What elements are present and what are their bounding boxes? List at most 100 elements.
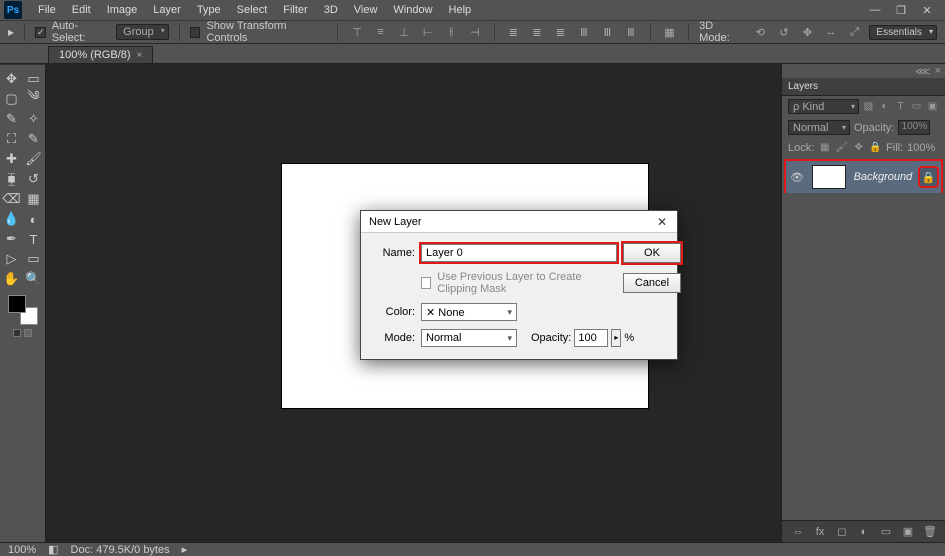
menu-view[interactable]: View bbox=[346, 0, 386, 20]
status-preview-icon[interactable]: ◧ bbox=[48, 543, 58, 556]
new-group-icon[interactable]: ▭ bbox=[879, 525, 893, 539]
marquee-tool[interactable]: ▢ bbox=[2, 89, 22, 109]
distribute-top-icon[interactable]: ≣ bbox=[505, 23, 523, 41]
fill-value[interactable]: 100% bbox=[907, 142, 939, 154]
foreground-color-swatch[interactable] bbox=[8, 295, 26, 313]
shape-tool[interactable]: ▭ bbox=[24, 249, 44, 269]
panel-blend-mode-select[interactable]: Normal bbox=[788, 120, 850, 135]
menu-window[interactable]: Window bbox=[385, 0, 440, 20]
color-swatches[interactable] bbox=[8, 295, 38, 325]
stamp-tool[interactable]: ⧯ bbox=[2, 169, 22, 189]
menu-filter[interactable]: Filter bbox=[275, 0, 315, 20]
gradient-tool[interactable]: ▦ bbox=[24, 189, 44, 209]
filter-smart-icon[interactable]: ▣ bbox=[926, 100, 939, 113]
3d-roll-icon[interactable]: ↺ bbox=[775, 23, 793, 41]
menu-image[interactable]: Image bbox=[99, 0, 146, 20]
blend-mode-select[interactable]: Normal bbox=[421, 329, 517, 347]
auto-align-icon[interactable]: ▦ bbox=[661, 23, 679, 41]
eyedropper-tool[interactable]: ✎ bbox=[24, 129, 44, 149]
align-hcenter-icon[interactable]: ⫲ bbox=[442, 23, 460, 41]
3d-pan-icon[interactable]: ✥ bbox=[799, 23, 817, 41]
opacity-stepper[interactable]: ▸ bbox=[611, 329, 621, 347]
layer-style-icon[interactable]: fx bbox=[813, 525, 827, 539]
menu-help[interactable]: Help bbox=[441, 0, 480, 20]
layer-filter-kind-select[interactable]: ρ Kind bbox=[788, 99, 859, 114]
status-arrow-icon[interactable]: ▸ bbox=[182, 543, 188, 556]
link-layers-icon[interactable]: ⇔ bbox=[791, 525, 805, 539]
menu-edit[interactable]: Edit bbox=[64, 0, 99, 20]
distribute-left-icon[interactable]: Ⅲ bbox=[575, 23, 593, 41]
layer-color-select[interactable]: ✕ None bbox=[421, 303, 517, 321]
menu-select[interactable]: Select bbox=[229, 0, 276, 20]
new-layer-icon[interactable]: ▣ bbox=[901, 525, 915, 539]
quick-mask-toggle[interactable] bbox=[13, 329, 32, 337]
distribute-right-icon[interactable]: Ⅲ bbox=[622, 23, 640, 41]
align-right-icon[interactable]: ⊣ bbox=[466, 23, 484, 41]
distribute-hcenter-icon[interactable]: Ⅲ bbox=[599, 23, 617, 41]
layer-thumbnail[interactable] bbox=[812, 165, 846, 189]
minimize-button[interactable]: — bbox=[867, 4, 883, 17]
magic-wand-tool[interactable]: ✧ bbox=[24, 109, 44, 129]
layer-name-input[interactable] bbox=[421, 244, 617, 262]
show-transform-checkbox[interactable] bbox=[190, 27, 201, 38]
align-top-icon[interactable]: ⊤ bbox=[348, 23, 366, 41]
crop-tool[interactable]: ⛶ bbox=[2, 129, 22, 149]
close-tab-icon[interactable]: × bbox=[137, 50, 143, 61]
hand-tool[interactable]: ✋ bbox=[2, 269, 22, 289]
filter-type-icon[interactable]: T bbox=[894, 100, 907, 113]
dodge-tool[interactable]: ◐ bbox=[24, 209, 44, 229]
maximize-button[interactable]: ❐ bbox=[893, 4, 909, 17]
menu-type[interactable]: Type bbox=[189, 0, 229, 20]
distribute-bottom-icon[interactable]: ≣ bbox=[552, 23, 570, 41]
menu-layer[interactable]: Layer bbox=[145, 0, 189, 20]
quick-select-tool[interactable]: ✎ bbox=[2, 109, 22, 129]
align-vcenter-icon[interactable]: ≡ bbox=[372, 23, 390, 41]
layers-panel-tab[interactable]: Layers bbox=[782, 78, 945, 96]
lock-all-icon[interactable]: 🔒 bbox=[869, 141, 882, 154]
close-button[interactable]: ✕ bbox=[919, 4, 935, 17]
type-tool[interactable]: T bbox=[24, 229, 44, 249]
3d-orbit-icon[interactable]: ⟲ bbox=[752, 23, 770, 41]
3d-slide-icon[interactable]: ↔ bbox=[822, 23, 840, 41]
align-bottom-icon[interactable]: ⊥ bbox=[395, 23, 413, 41]
lock-position-icon[interactable]: ✥ bbox=[852, 141, 865, 154]
lock-transparency-icon[interactable]: ▦ bbox=[818, 141, 831, 154]
visibility-toggle-icon[interactable]: 👁 bbox=[790, 171, 804, 184]
history-brush-tool[interactable]: ↺ bbox=[24, 169, 44, 189]
dialog-close-icon[interactable]: ✕ bbox=[655, 215, 669, 229]
filter-adjust-icon[interactable]: ◐ bbox=[878, 100, 891, 113]
adjustment-layer-icon[interactable]: ◐ bbox=[857, 525, 871, 539]
eraser-tool[interactable]: ⌫ bbox=[2, 189, 22, 209]
move-tool[interactable]: ✥ bbox=[2, 69, 22, 89]
lasso-tool[interactable]: ༄ bbox=[24, 89, 44, 109]
document-tab[interactable]: 100% (RGB/8) × bbox=[48, 46, 153, 63]
lock-paint-icon[interactable]: 🖌 bbox=[835, 141, 848, 154]
menu-3d[interactable]: 3D bbox=[316, 0, 346, 20]
path-select-tool[interactable]: ▷ bbox=[2, 249, 22, 269]
zoom-level[interactable]: 100% bbox=[8, 544, 36, 556]
brush-tool[interactable]: 🖌 bbox=[24, 149, 44, 169]
distribute-vcenter-icon[interactable]: ≣ bbox=[528, 23, 546, 41]
doc-size[interactable]: Doc: 479.5K/0 bytes bbox=[71, 544, 170, 556]
panel-opacity-value[interactable]: 100% bbox=[898, 120, 930, 135]
filter-pixel-icon[interactable]: ▧ bbox=[862, 100, 875, 113]
pen-tool[interactable]: ✒ bbox=[2, 229, 22, 249]
healing-tool[interactable]: ✚ bbox=[2, 149, 22, 169]
3d-scale-icon[interactable]: ⤢ bbox=[846, 23, 864, 41]
align-left-icon[interactable]: ⊢ bbox=[419, 23, 437, 41]
opacity-input[interactable] bbox=[574, 329, 608, 347]
menu-file[interactable]: File bbox=[30, 0, 64, 20]
dialog-titlebar[interactable]: New Layer ✕ bbox=[361, 211, 677, 233]
auto-select-checkbox[interactable] bbox=[35, 27, 46, 38]
collapse-panels-icon[interactable]: ⋘ bbox=[915, 65, 931, 78]
delete-layer-icon[interactable]: 🗑 bbox=[923, 525, 937, 539]
blur-tool[interactable]: 💧 bbox=[2, 209, 22, 229]
filter-shape-icon[interactable]: ▭ bbox=[910, 100, 923, 113]
layer-lock-icon[interactable]: 🔒 bbox=[920, 168, 937, 186]
layer-row-background[interactable]: 👁 Background 🔒 bbox=[786, 161, 941, 193]
zoom-tool[interactable]: 🔍 bbox=[24, 269, 44, 289]
workspace-select[interactable]: Essentials bbox=[869, 25, 937, 40]
ok-button[interactable]: OK bbox=[623, 243, 681, 263]
layer-mask-icon[interactable]: ◻ bbox=[835, 525, 849, 539]
auto-select-target-select[interactable]: Group bbox=[116, 24, 169, 40]
